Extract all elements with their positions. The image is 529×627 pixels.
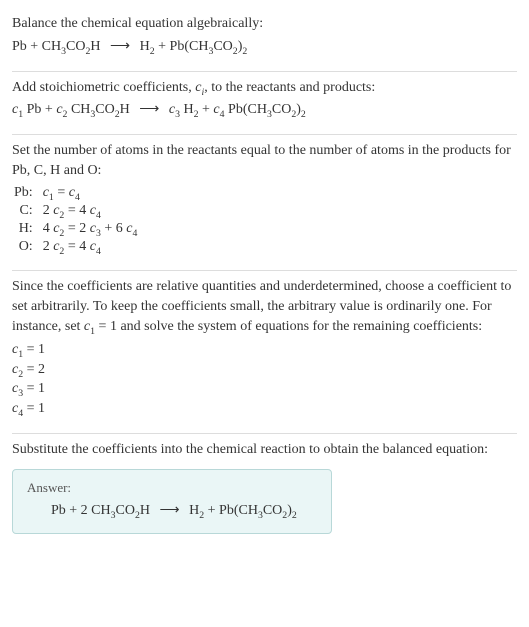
arrow-icon: ⟶ bbox=[160, 502, 180, 519]
intro-text: Add stoichiometric coefficients, ci, to … bbox=[12, 78, 517, 98]
element-label: O: bbox=[12, 238, 41, 256]
intro-text: Since the coefficients are relative quan… bbox=[12, 277, 517, 336]
unbalanced-equation: Pb + CH3CO2H ⟶ H2 + Pb(CH3CO2)2 bbox=[12, 38, 517, 55]
table-row: H: 4 c2 = 2 c3 + 6 c4 bbox=[12, 220, 143, 238]
table-row: Pb: c1 = c4 bbox=[12, 184, 143, 202]
eq-part: CO bbox=[263, 503, 282, 518]
sub: 4 bbox=[75, 192, 80, 203]
mid: = 4 bbox=[64, 239, 89, 254]
sub: 4 bbox=[96, 210, 101, 221]
sub: 4 bbox=[132, 228, 137, 239]
eq-part: Pb + bbox=[23, 102, 56, 117]
sub-2: 2 bbox=[242, 45, 247, 56]
section-answer: Substitute the coefficients into the che… bbox=[12, 434, 517, 549]
element-eq: 4 c2 = 2 c3 + 6 c4 bbox=[41, 220, 144, 238]
val: = 1 bbox=[23, 401, 45, 416]
eq-part: H bbox=[140, 503, 150, 518]
eq-part: + Pb(CH bbox=[155, 39, 209, 54]
intro-text: Set the number of atoms in the reactants… bbox=[12, 141, 517, 180]
coef-line: c2 = 2 bbox=[12, 360, 517, 380]
text-part: Add stoichiometric coefficients, bbox=[12, 80, 195, 95]
eq-part: Pb(CH bbox=[225, 102, 267, 117]
eq-part: CO bbox=[66, 39, 85, 54]
eq-part: CH bbox=[67, 102, 90, 117]
val: = 1 bbox=[23, 381, 45, 396]
coefficient-list: c1 = 1 c2 = 2 c3 = 1 c4 = 1 bbox=[12, 340, 517, 418]
sub: 4 bbox=[96, 246, 101, 257]
section-atom-equations: Set the number of atoms in the reactants… bbox=[12, 135, 517, 271]
eq-part: + bbox=[199, 102, 214, 117]
mid: = 4 bbox=[64, 203, 89, 218]
val: = 2 bbox=[23, 362, 45, 377]
table-row: C: 2 c2 = 4 c4 bbox=[12, 202, 143, 220]
eq-part: H bbox=[180, 102, 194, 117]
arrow-icon: ⟶ bbox=[110, 38, 130, 55]
eq-part: H bbox=[120, 102, 130, 117]
pre: 4 bbox=[43, 221, 54, 236]
val: = 1 bbox=[23, 342, 45, 357]
mid2: + 6 bbox=[101, 221, 126, 236]
intro-text: Balance the chemical equation algebraica… bbox=[12, 14, 517, 34]
coef-line: c3 = 1 bbox=[12, 379, 517, 399]
element-label: Pb: bbox=[12, 184, 41, 202]
element-eq: 2 c2 = 4 c4 bbox=[41, 238, 144, 256]
text-part: , to the reactants and products: bbox=[204, 80, 375, 95]
coef-equation: c1 Pb + c2 CH3CO2H ⟶ c3 H2 + c4 Pb(CH3CO… bbox=[12, 101, 517, 118]
atom-balance-table: Pb: c1 = c4 C: 2 c2 = 4 c4 H: 4 c2 = 2 c… bbox=[12, 184, 143, 256]
eq-part: H bbox=[90, 39, 100, 54]
element-eq: 2 c2 = 4 c4 bbox=[41, 202, 144, 220]
eq-part: H bbox=[189, 503, 199, 518]
mid: = bbox=[54, 185, 69, 200]
eq-part: CO bbox=[213, 39, 232, 54]
eq-part: + Pb(CH bbox=[204, 503, 258, 518]
coef-line: c4 = 1 bbox=[12, 399, 517, 419]
pre: 2 bbox=[43, 239, 54, 254]
section-balance-intro: Balance the chemical equation algebraica… bbox=[12, 8, 517, 72]
pre: 2 bbox=[43, 203, 54, 218]
sub-2: 2 bbox=[301, 109, 306, 120]
section-stoichiometric: Add stoichiometric coefficients, ci, to … bbox=[12, 72, 517, 136]
eq-part: CO bbox=[95, 102, 114, 117]
element-eq: c1 = c4 bbox=[41, 184, 144, 202]
eq-part: CO bbox=[116, 503, 135, 518]
section-solve: Since the coefficients are relative quan… bbox=[12, 271, 517, 433]
coef-line: c1 = 1 bbox=[12, 340, 517, 360]
sub-2: 2 bbox=[292, 510, 297, 521]
element-label: H: bbox=[12, 220, 41, 238]
answer-box: Answer: Pb + 2 CH3CO2H ⟶ H2 + Pb(CH3CO2)… bbox=[12, 469, 332, 534]
mid: = 2 bbox=[64, 221, 89, 236]
eq-part: Pb + CH bbox=[12, 39, 61, 54]
intro-text: Substitute the coefficients into the che… bbox=[12, 440, 517, 460]
arrow-icon: ⟶ bbox=[139, 101, 159, 118]
eq-part: H bbox=[140, 39, 150, 54]
eq-part: CO bbox=[272, 102, 291, 117]
text-part: = 1 and solve the system of equations fo… bbox=[95, 319, 482, 334]
answer-label: Answer: bbox=[27, 480, 317, 496]
table-row: O: 2 c2 = 4 c4 bbox=[12, 238, 143, 256]
balanced-equation: Pb + 2 CH3CO2H ⟶ H2 + Pb(CH3CO2)2 bbox=[27, 502, 317, 519]
element-label: C: bbox=[12, 202, 41, 220]
eq-part: Pb + 2 CH bbox=[51, 503, 111, 518]
